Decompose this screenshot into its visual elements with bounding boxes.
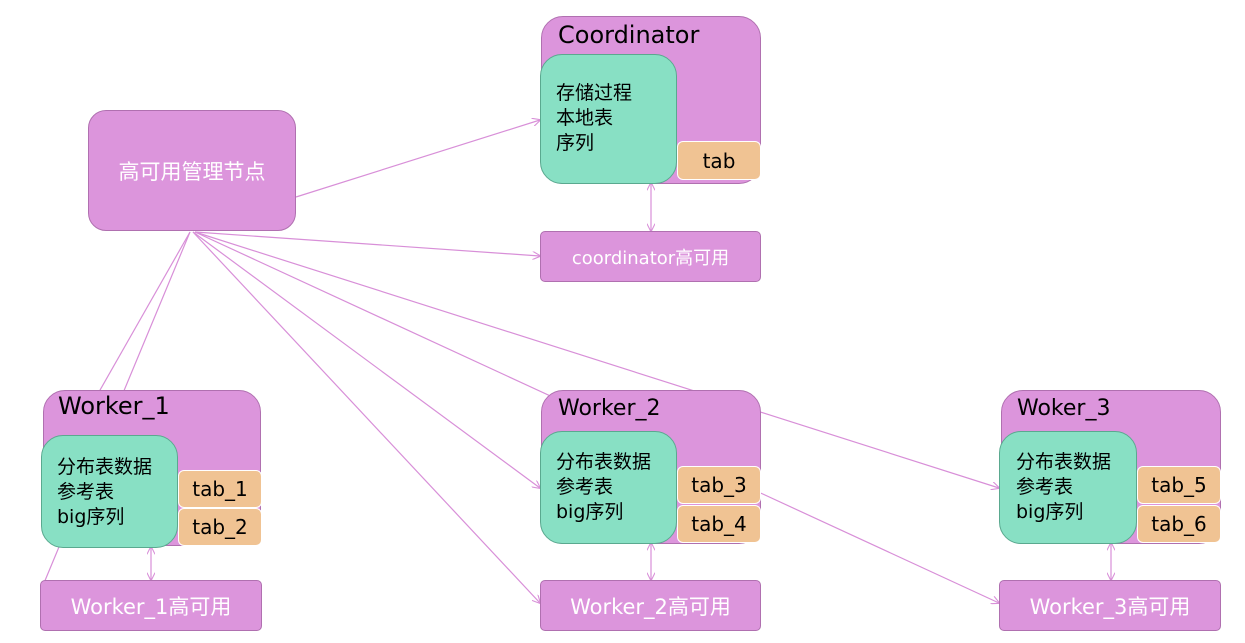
worker-2-ha-node: Worker_2高可用	[540, 580, 761, 631]
worker-2-title: Worker_2	[558, 396, 661, 421]
worker-3-ha-node: Worker_3高可用	[999, 580, 1221, 631]
worker-1-item-2: 参考表	[57, 481, 115, 503]
worker-2-tab-2-label: tab_4	[691, 512, 747, 536]
worker-1-ha-node: Worker_1高可用	[40, 580, 262, 631]
coordinator-item-3: 序列	[556, 132, 595, 154]
worker-2-ha-label: Worker_2高可用	[570, 594, 731, 619]
worker-2-tab-1: tab_3	[677, 466, 761, 504]
coordinator-tab: tab	[677, 141, 761, 180]
worker-2-tab-2: tab_4	[677, 505, 761, 543]
worker-1-tab-1: tab_1	[178, 470, 262, 508]
worker-3-title: Woker_3	[1017, 396, 1111, 421]
coordinator-ha-node: coordinator高可用	[540, 231, 761, 282]
worker-2-item-1: 分布表数据	[556, 451, 652, 473]
worker-3-tab-1: tab_5	[1137, 466, 1221, 504]
worker-1-tab-1-label: tab_1	[192, 477, 248, 501]
coordinator-tab-label: tab	[702, 148, 736, 173]
worker-3-tab-2: tab_6	[1137, 505, 1221, 543]
manager-label: 高可用管理节点	[118, 159, 266, 184]
worker-1-tab-2: tab_2	[178, 508, 262, 546]
edge-manager-coordinator-ha	[194, 231, 540, 256]
worker-3-ha-label: Worker_3高可用	[1029, 594, 1191, 619]
coordinator-title: Coordinator	[558, 21, 700, 49]
worker-3-tab-2-label: tab_6	[1151, 512, 1207, 536]
worker-2-item-2: 参考表	[556, 476, 614, 498]
worker-3-item-1: 分布表数据	[1016, 451, 1112, 473]
worker-2-tab-1-label: tab_3	[691, 473, 747, 497]
worker-1-title: Worker_1	[58, 392, 170, 420]
worker-1-tab-2-label: tab_2	[192, 515, 248, 539]
worker-3-tab-1-label: tab_5	[1151, 473, 1207, 497]
worker-3-item-2: 参考表	[1016, 476, 1074, 498]
coordinator-item-1: 存储过程	[556, 82, 633, 104]
coordinator-ha-label: coordinator高可用	[571, 247, 730, 269]
coordinator-item-2: 本地表	[556, 107, 614, 129]
worker-1-item-3: big序列	[57, 506, 125, 528]
worker-1-item-1: 分布表数据	[57, 456, 153, 478]
worker-3-item-3: big序列	[1016, 501, 1084, 523]
manager-node: 高可用管理节点	[88, 110, 296, 231]
edge-manager-coordinator	[295, 120, 540, 198]
worker-1-ha-label: Worker_1高可用	[70, 594, 232, 619]
worker-2-item-3: big序列	[556, 501, 624, 523]
